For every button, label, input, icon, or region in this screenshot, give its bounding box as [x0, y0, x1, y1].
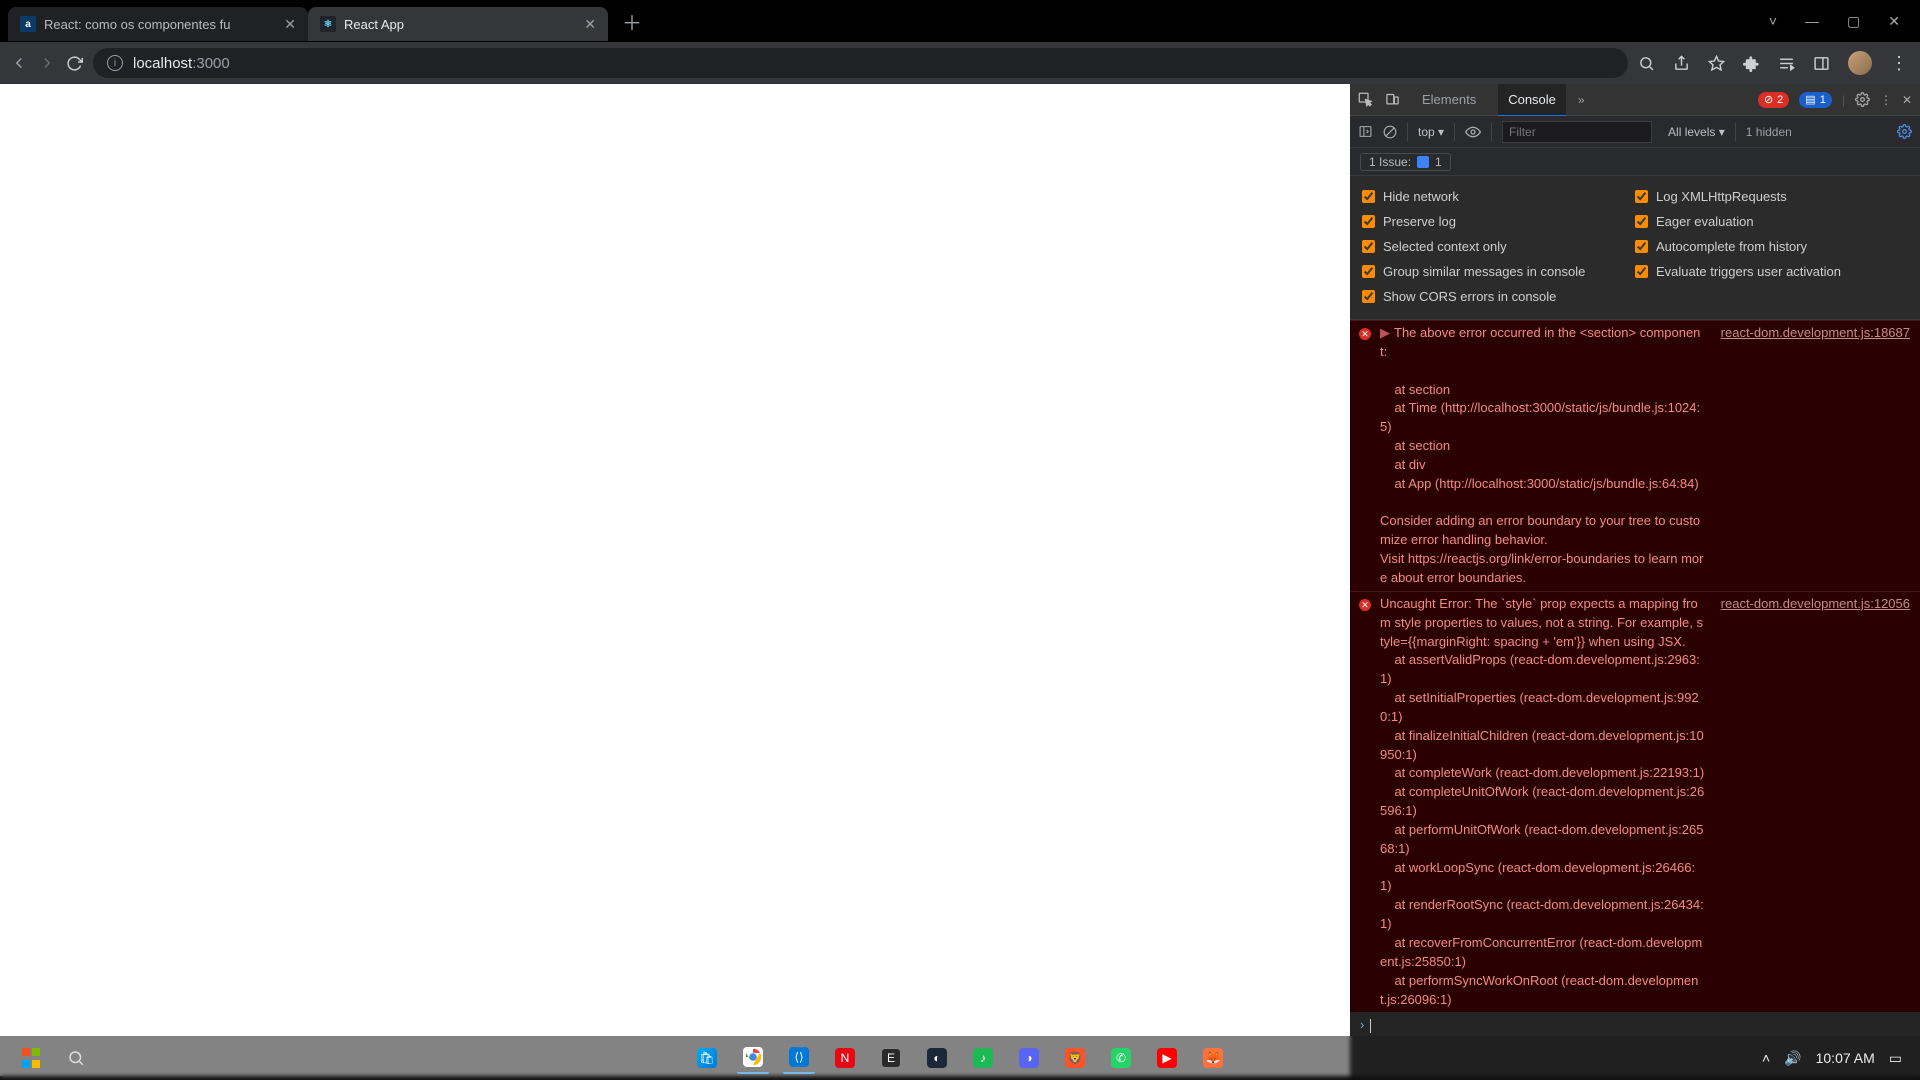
side-panel-icon[interactable]	[1813, 55, 1830, 72]
inspect-icon[interactable]	[1358, 92, 1373, 107]
url-text: localhost:3000	[133, 55, 230, 72]
console-error-row[interactable]: ✕ ▶The above error occurred in the <sect…	[1350, 320, 1920, 591]
levels-select[interactable]: All levels ▾	[1668, 125, 1725, 139]
setting-autocomplete-history[interactable]: Autocomplete from history	[1635, 239, 1908, 254]
sidebar-toggle-icon[interactable]	[1358, 125, 1373, 138]
clear-icon[interactable]	[1383, 125, 1397, 139]
close-icon[interactable]: ✕	[284, 16, 296, 33]
forward-icon[interactable]	[38, 54, 56, 72]
setting-show-cors[interactable]: Show CORS errors in console	[1362, 289, 1635, 304]
reload-icon[interactable]	[66, 55, 83, 72]
error-icon: ✕	[1359, 328, 1371, 340]
console-settings: Hide networkLog XMLHttpRequests Preserve…	[1350, 176, 1920, 320]
setting-eager-eval[interactable]: Eager evaluation	[1635, 214, 1908, 229]
tab-favicon: a	[20, 16, 36, 32]
new-tab-button[interactable]: ＋	[622, 7, 642, 36]
profile-avatar[interactable]	[1848, 51, 1872, 75]
taskbar-app-brave[interactable]: 🦁	[1059, 1042, 1091, 1074]
maximize-icon[interactable]: ▢	[1847, 13, 1860, 30]
tab-favicon: ⚛	[320, 16, 336, 32]
menu-icon[interactable]: ⋮	[1890, 53, 1906, 74]
minimize-icon[interactable]: —	[1805, 13, 1819, 30]
setting-eval-activation[interactable]: Evaluate triggers user activation	[1635, 264, 1908, 279]
page-viewport	[0, 84, 1350, 1076]
error-count-badge[interactable]: ⊘ 2	[1758, 92, 1789, 108]
notifications-icon[interactable]: ▭	[1889, 1050, 1902, 1067]
source-link[interactable]: react-dom.development.js:18687	[1713, 324, 1910, 588]
devtools-panel: Elements Console » ⊘ 2 ▤ 1 | ⋮ ✕ top ▾ A…	[1350, 84, 1920, 1076]
browser-tabstrip: a React: como os componentes fu ✕ ⚛ Reac…	[0, 0, 1920, 42]
taskbar-app-discord[interactable]: ◑	[1013, 1042, 1045, 1074]
browser-tab[interactable]: a React: como os componentes fu ✕	[8, 7, 308, 41]
toolbar-actions: ⋮	[1638, 51, 1906, 75]
taskbar-app-vscode[interactable]: ⟨⟩	[783, 1042, 815, 1074]
devtools-tabbar: Elements Console » ⊘ 2 ▤ 1 | ⋮ ✕	[1350, 84, 1920, 116]
kebab-icon[interactable]: ⋮	[1880, 93, 1892, 107]
search-icon[interactable]	[60, 1042, 92, 1074]
setting-log-xhr[interactable]: Log XMLHttpRequests	[1635, 189, 1908, 204]
window-controls: ˅ — ▢ ✕	[1769, 13, 1920, 30]
extensions-icon[interactable]	[1743, 55, 1760, 72]
taskbar-app-store[interactable]: 🛍	[691, 1042, 723, 1074]
clock[interactable]: 10:07 AM	[1816, 1050, 1875, 1066]
filter-input[interactable]	[1502, 121, 1652, 143]
gear-icon[interactable]	[1897, 124, 1912, 139]
tab-elements[interactable]: Elements	[1412, 84, 1486, 115]
close-icon[interactable]: ✕	[584, 16, 596, 33]
share-icon[interactable]	[1673, 55, 1690, 72]
tab-console[interactable]: Console	[1498, 84, 1566, 117]
issues-bar[interactable]: 1 Issue: 1	[1350, 148, 1920, 176]
issue-chip-icon	[1417, 156, 1429, 168]
setting-preserve-log[interactable]: Preserve log	[1362, 214, 1635, 229]
setting-group-similar[interactable]: Group similar messages in console	[1362, 264, 1635, 279]
setting-selected-context[interactable]: Selected context only	[1362, 239, 1635, 254]
taskbar-app-firefox[interactable]: 🦊	[1197, 1042, 1229, 1074]
taskbar-app-steam[interactable]: ◐	[921, 1042, 953, 1074]
volume-icon[interactable]: 🔊	[1784, 1050, 1801, 1067]
browser-toolbar: i localhost:3000 ⋮	[0, 42, 1920, 84]
source-link[interactable]: react-dom.development.js:12056	[1713, 595, 1910, 1010]
setting-hide-network[interactable]: Hide network	[1362, 189, 1635, 204]
hidden-count[interactable]: 1 hidden	[1746, 125, 1792, 139]
context-select[interactable]: top ▾	[1418, 125, 1444, 139]
more-tabs-icon[interactable]: »	[1578, 93, 1585, 107]
taskbar-app-spotify[interactable]: ♪	[967, 1042, 999, 1074]
start-button[interactable]	[14, 1042, 46, 1074]
taskbar-app-youtube[interactable]: ▶	[1151, 1042, 1183, 1074]
tray-chevron-icon[interactable]: ˄	[1762, 1050, 1770, 1066]
address-bar[interactable]: i localhost:3000	[93, 48, 1628, 78]
search-icon[interactable]	[1638, 55, 1655, 72]
taskbar-app-netflix[interactable]: N	[829, 1042, 861, 1074]
tab-title: React: como os componentes fu	[44, 17, 276, 32]
prompt-icon: ›	[1360, 1016, 1364, 1035]
taskbar-app-chrome[interactable]	[737, 1042, 769, 1074]
console-output[interactable]: ✕ ▶The above error occurred in the <sect…	[1350, 320, 1920, 1076]
message-count-badge[interactable]: ▤ 1	[1799, 92, 1832, 108]
chevron-down-icon[interactable]: ˅	[1769, 13, 1777, 30]
tab-title: React App	[344, 17, 576, 32]
back-icon[interactable]	[10, 54, 28, 72]
console-error-row[interactable]: ✕ Uncaught Error: The `style` prop expec…	[1350, 591, 1920, 1013]
windows-taskbar: 🛍 ⟨⟩ N E ◐ ♪ ◑ 🦁 ✆ ▶ 🦊 ˄ 🔊 10:07 AM ▭	[0, 1036, 1920, 1080]
reading-list-icon[interactable]	[1778, 55, 1795, 72]
taskbar-app-epic[interactable]: E	[875, 1042, 907, 1074]
device-toggle-icon[interactable]	[1385, 92, 1400, 107]
gear-icon[interactable]	[1855, 92, 1870, 107]
site-info-icon[interactable]: i	[107, 55, 123, 71]
error-icon: ✕	[1359, 599, 1371, 611]
taskbar-app-whatsapp[interactable]: ✆	[1105, 1042, 1137, 1074]
live-expression-icon[interactable]	[1465, 126, 1481, 138]
bookmark-icon[interactable]	[1708, 55, 1725, 72]
close-icon[interactable]: ✕	[1888, 13, 1900, 30]
console-toolbar: top ▾ All levels ▾ 1 hidden	[1350, 116, 1920, 148]
browser-tab[interactable]: ⚛ React App ✕	[308, 7, 608, 41]
close-icon[interactable]: ✕	[1902, 93, 1912, 107]
